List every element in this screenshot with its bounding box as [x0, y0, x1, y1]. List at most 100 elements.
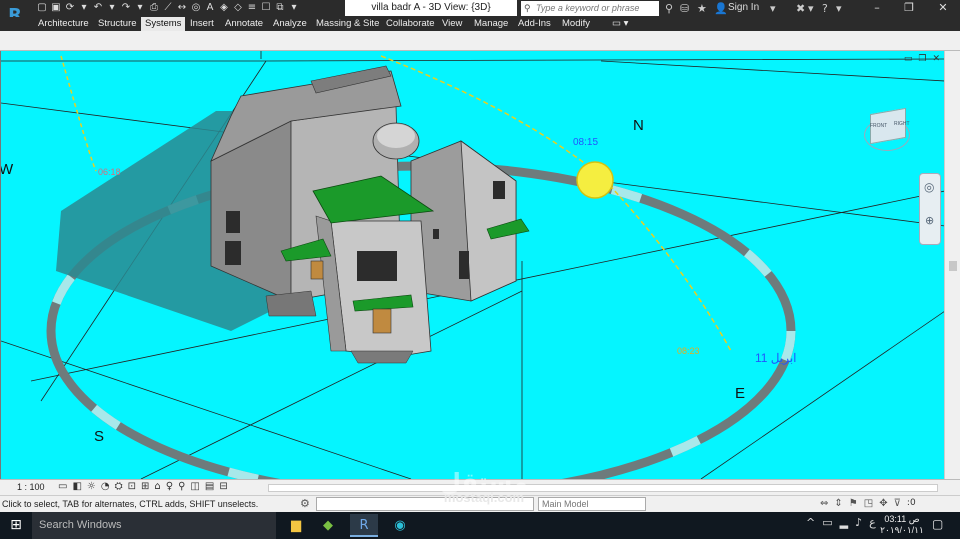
viewcube-front-face[interactable]: FRONT	[870, 123, 887, 129]
volume-icon[interactable]: ♪	[855, 516, 862, 529]
select-links-icon[interactable]: ⇔	[820, 498, 828, 509]
tab-structure[interactable]: Structure	[98, 17, 137, 31]
ribbon-minimize-icon[interactable]: ▭ ▾	[612, 17, 628, 31]
constraints-icon[interactable]: ⊟	[219, 481, 227, 492]
open-icon[interactable]: ▢	[36, 2, 48, 14]
help-icon[interactable]: ?	[822, 2, 828, 15]
filter-icon[interactable]: ⊽	[894, 498, 901, 509]
tab-add-ins[interactable]: Add-Ins	[518, 17, 551, 31]
active-workset-dropdown[interactable]	[316, 497, 534, 511]
render-icon[interactable]: ⛭	[115, 481, 123, 492]
clock[interactable]: 03:11 ص ٢٠١٩/٠١/١١	[880, 514, 924, 536]
lock-view-icon[interactable]: ⌂	[154, 481, 160, 492]
temp-hide-icon[interactable]: ♀	[166, 481, 173, 492]
dropdown-icon[interactable]: ▾	[134, 2, 146, 14]
close-button[interactable]: ✕	[928, 0, 958, 17]
dropdown-icon[interactable]: ▾	[808, 2, 814, 15]
crop-icon[interactable]: ⊡	[128, 481, 136, 492]
select-pinned-icon[interactable]: ⚑	[849, 498, 858, 509]
view-minimize-icon[interactable]: ▭	[904, 54, 913, 64]
tab-analyze[interactable]: Analyze	[273, 17, 307, 31]
notifications-icon[interactable]: ▢	[932, 517, 943, 531]
taskbar-search[interactable]: Search Windows	[32, 512, 276, 539]
horizontal-scrollbar[interactable]	[268, 484, 938, 492]
design-option-dropdown[interactable]: Main Model	[538, 497, 646, 511]
status-bar: Click to select, TAB for alternates, CTR…	[0, 495, 960, 512]
tab-modify[interactable]: Modify	[562, 17, 590, 31]
measure-icon[interactable]: ⟋	[162, 2, 174, 14]
zoom-icon[interactable]: ⊕	[925, 214, 934, 227]
viewcube[interactable]: FRONT RIGHT	[856, 103, 916, 161]
favorites-star-icon[interactable]: ★	[697, 2, 707, 15]
worksharing-icon[interactable]: ◫	[190, 481, 199, 492]
select-by-face-icon[interactable]: ◳	[864, 498, 873, 509]
viewcube-right-face[interactable]: RIGHT	[894, 121, 910, 127]
dropdown-icon[interactable]: ▾	[78, 2, 90, 14]
worksets-icon[interactable]: ⚙	[300, 497, 310, 510]
battery-icon[interactable]: ▭	[822, 516, 832, 529]
tab-annotate[interactable]: Annotate	[225, 17, 263, 31]
customize-qat-icon[interactable]: ▾	[288, 2, 300, 14]
3d-view-icon[interactable]: ◈	[218, 2, 230, 14]
tab-insert[interactable]: Insert	[190, 17, 214, 31]
dropdown-icon[interactable]: ▾	[836, 2, 842, 15]
design-option-label: Main Model	[542, 499, 589, 509]
dropdown-icon[interactable]: ▾	[770, 2, 776, 15]
tab-manage[interactable]: Manage	[474, 17, 508, 31]
show-hidden-icons-icon[interactable]: ^	[806, 516, 815, 529]
detail-level-icon[interactable]: ▭	[58, 481, 67, 492]
tab-systems[interactable]: Systems	[141, 17, 186, 31]
undo-icon[interactable]: ↶	[92, 2, 104, 14]
start-button[interactable]: ⊞	[0, 512, 32, 539]
compass-north-label: N	[633, 117, 644, 134]
user-icon: 👤	[714, 2, 728, 15]
view-restore-icon[interactable]: ❐	[918, 54, 926, 64]
vertical-scrollbar[interactable]	[944, 51, 960, 479]
browser-icon[interactable]: ◉	[386, 514, 414, 537]
restore-button[interactable]: ❐	[894, 0, 924, 17]
reveal-hidden-icon[interactable]: ⚲	[178, 481, 185, 492]
view-scale[interactable]: 1 : 100	[17, 482, 45, 492]
sun-path-icon[interactable]: ☼	[87, 481, 96, 492]
tab-collaborate[interactable]: Collaborate	[386, 17, 435, 31]
redo-icon[interactable]: ↷	[120, 2, 132, 14]
search-input[interactable]: ⚲ Type a keyword or phrase	[521, 1, 659, 16]
thin-lines-icon[interactable]: ≡	[246, 2, 258, 14]
text-icon[interactable]: A	[204, 2, 216, 14]
scrollbar-thumb[interactable]	[949, 261, 957, 271]
select-underlay-icon[interactable]: ⇕	[834, 498, 842, 509]
save-icon[interactable]: ▣	[50, 2, 62, 14]
steering-wheel-icon[interactable]: ◎	[924, 180, 934, 194]
sun-path-label-east: 08:23	[677, 346, 700, 356]
network-icon[interactable]: ▂	[840, 516, 848, 529]
language-indicator[interactable]: ع	[869, 516, 876, 529]
dimension-icon[interactable]: ↔	[176, 2, 188, 14]
search-icon[interactable]: ⚲	[665, 2, 673, 15]
section-icon[interactable]: ◇	[232, 2, 244, 14]
view-control-icons: ▭ ◧ ☼ ◔ ⛭ ⊡ ⊞ ⌂ ♀ ⚲ ◫ ▤ ⊟	[58, 481, 228, 492]
tab-view[interactable]: View	[442, 17, 462, 31]
dropdown-icon[interactable]: ▾	[106, 2, 118, 14]
analysis-icon[interactable]: ▤	[205, 481, 214, 492]
drag-elements-icon[interactable]: ✥	[879, 498, 887, 509]
subscription-icon[interactable]: ⛁	[680, 2, 689, 15]
minimize-button[interactable]: –	[862, 0, 892, 17]
sync-icon[interactable]: ⟳	[64, 2, 76, 14]
exchange-apps-icon[interactable]: ✖	[796, 2, 805, 15]
print-icon[interactable]: ⎙	[148, 2, 160, 14]
shadows-icon[interactable]: ◔	[101, 481, 110, 492]
tab-architecture[interactable]: Architecture	[38, 17, 89, 31]
file-explorer-icon[interactable]: ▆	[282, 514, 310, 537]
tab-massing-site[interactable]: Massing & Site	[316, 17, 379, 31]
sign-in-button[interactable]: Sign In	[728, 2, 759, 13]
visual-style-icon[interactable]: ◧	[72, 481, 81, 492]
3d-viewport[interactable]: N S E W 08:15 06:18 08:23 11 ابريل FRONT…	[0, 51, 944, 479]
close-hidden-icon[interactable]: ☐	[260, 2, 272, 14]
revit-app-icon[interactable]: R	[350, 514, 378, 537]
windows-taskbar: ⊞ Search Windows ▆ ◆ R ◉ ^ ▭ ▂ ♪ ع 03:11…	[0, 512, 960, 539]
view-close-icon[interactable]: ✕	[932, 54, 940, 64]
switch-windows-icon[interactable]: ⧉	[274, 2, 286, 14]
app-icon[interactable]: ◆	[314, 514, 342, 537]
tag-icon[interactable]: ◎	[190, 2, 202, 14]
crop-region-icon[interactable]: ⊞	[141, 481, 149, 492]
